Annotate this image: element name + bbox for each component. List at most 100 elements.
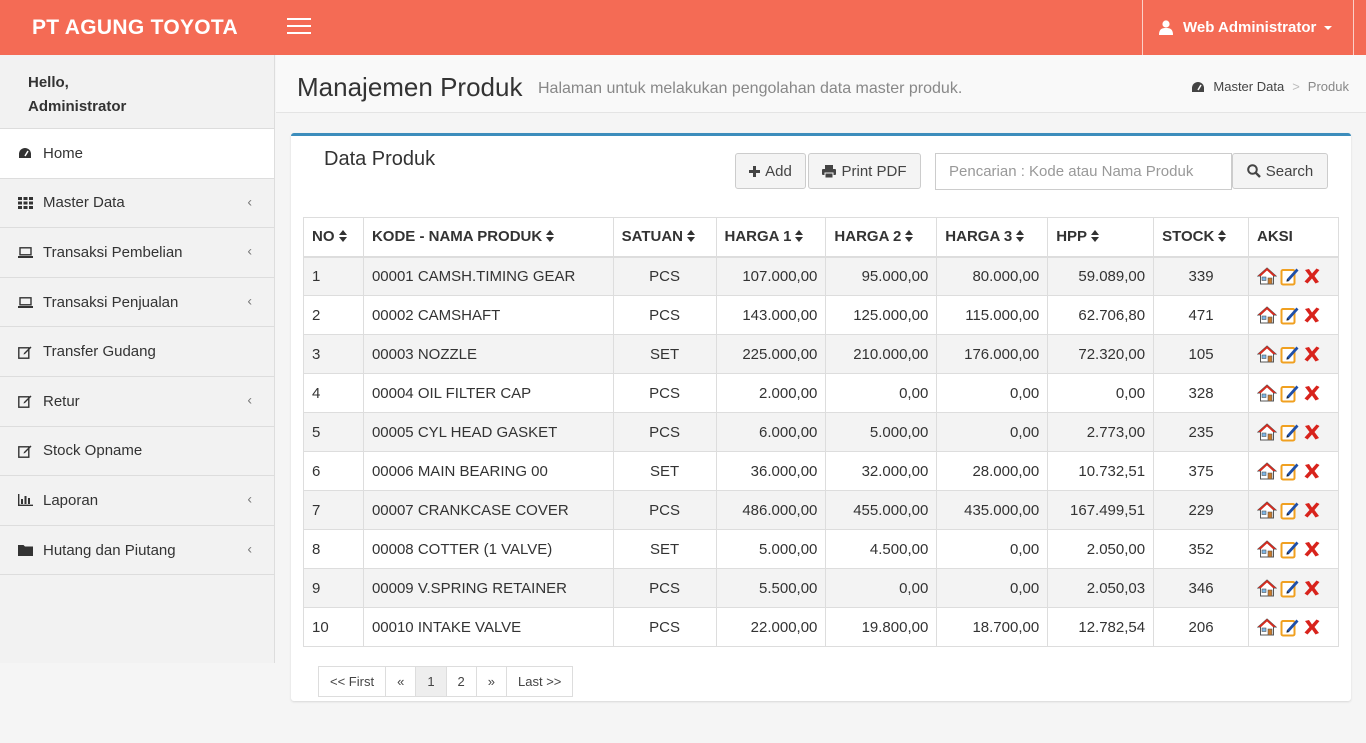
cell-row-number: 8 (303, 529, 364, 569)
table-row: 4 00004 OIL FILTER CAP PCS 2.000,00 0,00 0,00… (303, 373, 1339, 413)
bar-chart-icon (17, 492, 33, 508)
cell-price-3: 28.000,00 (936, 451, 1049, 491)
sidebar-toggle-icon[interactable] (287, 18, 311, 36)
delete-icon[interactable] (1303, 501, 1321, 519)
greeting-line: Hello, (28, 74, 69, 91)
cell-stock: 105 (1153, 334, 1249, 374)
column-header-harga-2[interactable]: HARGA 2 (825, 217, 938, 258)
cell-price-3: 80.000,00 (936, 256, 1049, 296)
sidebar-item-master-data[interactable]: Master Data ‹ (0, 179, 274, 229)
sidebar-item-laporan[interactable]: Laporan ‹ (0, 476, 274, 526)
panel-title: Data Produk (324, 148, 436, 170)
delete-icon[interactable] (1303, 540, 1321, 558)
cell-unit: PCS (612, 295, 717, 335)
column-header-no[interactable]: NO (303, 217, 364, 258)
greeting-username: Administrator (28, 98, 127, 115)
page-subtitle: Halaman untuk melakukan pengolahan data … (538, 80, 963, 97)
cell-price-2: 0,00 (825, 568, 938, 608)
edit-icon[interactable] (1280, 266, 1300, 286)
cell-price-1: 6.000,00 (715, 412, 827, 452)
sidebar-item-transaksi-pembelian[interactable]: Transaksi Pembelian ‹ (0, 228, 274, 278)
warehouse-icon[interactable] (1257, 578, 1277, 598)
sidebar-item-transfer-gudang[interactable]: Transfer Gudang (0, 327, 274, 377)
warehouse-icon[interactable] (1257, 539, 1277, 559)
warehouse-icon[interactable] (1257, 500, 1277, 520)
delete-icon[interactable] (1303, 423, 1321, 441)
cell-price-1: 143.000,00 (715, 295, 827, 335)
delete-icon[interactable] (1303, 267, 1321, 285)
table-row: 2 00002 CAMSHAFT PCS 143.000,00 125.000,00 11… (303, 295, 1339, 335)
table-row: 1 00001 CAMSH.TIMING GEAR PCS 107.000,00 95.… (303, 256, 1339, 296)
dashboard-icon (17, 145, 33, 161)
edit-icon[interactable] (1280, 383, 1300, 403)
cell-price-2: 0,00 (825, 373, 938, 413)
chevron-left-icon: ‹ (247, 391, 252, 408)
user-menu-dropdown[interactable]: Web Administrator (1142, 0, 1354, 56)
pagination-next[interactable]: » (475, 666, 508, 697)
edit-icon[interactable] (1280, 422, 1300, 442)
breadcrumb-master-data[interactable]: Master Data (1213, 79, 1284, 94)
cell-actions (1248, 490, 1339, 530)
cell-row-number: 6 (303, 451, 364, 491)
warehouse-icon[interactable] (1257, 344, 1277, 364)
pagination-page[interactable]: 2 (445, 666, 477, 697)
pagination-first[interactable]: << First (318, 666, 387, 697)
sort-icon (338, 229, 347, 245)
search-input[interactable] (935, 153, 1232, 190)
warehouse-icon[interactable] (1257, 383, 1277, 403)
search-button[interactable]: Search (1232, 153, 1328, 189)
warehouse-icon[interactable] (1257, 461, 1277, 481)
sort-icon (686, 229, 695, 245)
warehouse-icon[interactable] (1257, 305, 1277, 325)
column-header-harga-1[interactable]: HARGA 1 (715, 217, 827, 258)
cell-product-name: 00005 CYL HEAD GASKET (362, 412, 614, 452)
sidebar-item-home[interactable]: Home (0, 129, 274, 179)
column-header-harga-3[interactable]: HARGA 3 (936, 217, 1049, 258)
add-button[interactable]: Add (735, 153, 806, 189)
edit-icon[interactable] (1280, 617, 1300, 637)
column-header-hpp[interactable]: HPP (1047, 217, 1155, 258)
delete-icon[interactable] (1303, 462, 1321, 480)
edit-icon[interactable] (1280, 305, 1300, 325)
sidebar-item-stock-opname[interactable]: Stock Opname (0, 427, 274, 477)
delete-icon[interactable] (1303, 345, 1321, 363)
breadcrumb-separator: > (1292, 79, 1300, 94)
warehouse-icon[interactable] (1257, 422, 1277, 442)
cell-hpp: 12.782,54 (1047, 607, 1155, 647)
warehouse-icon[interactable] (1257, 617, 1277, 637)
edit-icon[interactable] (1280, 500, 1300, 520)
chevron-left-icon: ‹ (247, 292, 252, 309)
brand-logo[interactable]: PT AGUNG TOYOTA (0, 0, 275, 55)
column-header-satuan[interactable]: SATUAN (612, 217, 717, 258)
cell-product-name: 00010 INTAKE VALVE (362, 607, 614, 647)
cell-stock: 206 (1153, 607, 1249, 647)
delete-icon[interactable] (1303, 579, 1321, 597)
column-header-stock[interactable]: STOCK (1153, 217, 1249, 258)
cell-product-name: 00001 CAMSH.TIMING GEAR (362, 256, 614, 296)
column-header-label: AKSI (1257, 228, 1293, 246)
pagination-prev[interactable]: « (385, 666, 417, 697)
delete-icon[interactable] (1303, 306, 1321, 324)
column-header-aksi: AKSI (1248, 217, 1339, 258)
print-pdf-button[interactable]: Print PDF (808, 153, 921, 189)
edit-icon[interactable] (1280, 539, 1300, 559)
sidebar-item-retur[interactable]: Retur ‹ (0, 377, 274, 427)
cell-row-number: 4 (303, 373, 364, 413)
pagination-page[interactable]: 1 (415, 666, 447, 697)
search-icon (1246, 164, 1261, 178)
cell-price-3: 115.000,00 (936, 295, 1049, 335)
delete-icon[interactable] (1303, 384, 1321, 402)
sidebar-item-hutang-dan-piutang[interactable]: Hutang dan Piutang ‹ (0, 526, 274, 576)
cell-hpp: 167.499,51 (1047, 490, 1155, 530)
edit-icon[interactable] (1280, 578, 1300, 598)
edit-icon[interactable] (1280, 344, 1300, 364)
sidebar-item-transaksi-penjualan[interactable]: Transaksi Penjualan ‹ (0, 278, 274, 328)
breadcrumb-current: Produk (1307, 79, 1349, 94)
sidebar-item-label: Transfer Gudang (43, 343, 156, 361)
edit-icon[interactable] (1280, 461, 1300, 481)
pagination-last[interactable]: Last >> (506, 666, 574, 697)
cell-actions (1248, 334, 1339, 374)
delete-icon[interactable] (1303, 618, 1321, 636)
warehouse-icon[interactable] (1257, 266, 1277, 286)
column-header-kode-nama-produk[interactable]: KODE - NAMA PRODUK (362, 217, 614, 258)
